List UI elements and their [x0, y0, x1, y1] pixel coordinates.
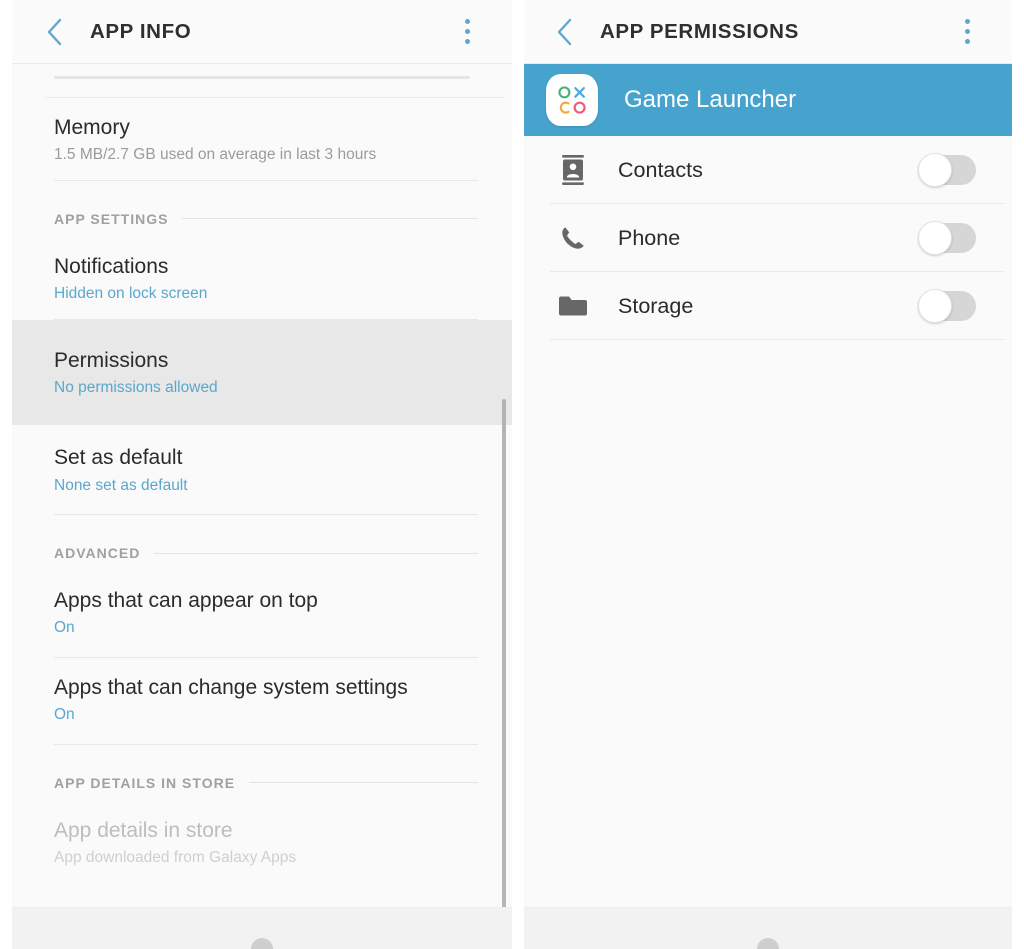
game-launcher-icon: [546, 74, 598, 126]
permission-row-contacts[interactable]: Contacts: [524, 136, 1012, 204]
list-item-subtitle: Hidden on lock screen: [54, 284, 208, 302]
panel-gutter: [512, 0, 524, 949]
app-info-panel: APP INFO Memory 1.5 MB/2.7 GB used on av…: [12, 0, 512, 949]
section-label: APP DETAILS IN STORE: [54, 774, 236, 791]
scrolled-partial-row: [12, 64, 512, 98]
list-item-apps-change-system-settings[interactable]: Apps that can change system settings On: [12, 658, 512, 745]
toggle-knob: [918, 153, 952, 187]
vertical-scrollbar[interactable]: [502, 399, 506, 911]
section-label: ADVANCED: [54, 545, 141, 562]
page-title: APP INFO: [90, 19, 192, 43]
permission-toggle-phone[interactable]: [918, 221, 976, 255]
app-banner: Game Launcher: [524, 64, 1012, 136]
list-item-app-details-in-store: App details in store App downloaded from…: [12, 801, 512, 884]
list-item-subtitle: None set as default: [54, 476, 188, 494]
app-info-actionbar: APP INFO: [12, 0, 512, 64]
permission-row-storage[interactable]: Storage: [524, 272, 1012, 340]
section-header-app-settings: APP SETTINGS: [12, 181, 512, 237]
phone-icon: [550, 224, 596, 252]
folder-icon: [550, 294, 596, 318]
system-navigation-bar: [524, 907, 1012, 949]
list-item-title: Notifications: [54, 254, 169, 278]
section-header-advanced: ADVANCED: [12, 515, 512, 571]
dot: [964, 39, 970, 44]
list-item-title: Apps that can change system settings: [54, 675, 408, 699]
divider: [54, 179, 478, 181]
app-permissions-actionbar: APP PERMISSIONS: [524, 0, 1012, 64]
toggle-knob: [918, 289, 952, 323]
back-icon[interactable]: [42, 15, 68, 49]
app-permissions-panel: APP PERMISSIONS Game Launcher Contacts P…: [524, 0, 1012, 949]
partial-progress-bar: [54, 76, 470, 79]
home-indicator-icon[interactable]: [757, 938, 779, 949]
dot: [464, 29, 470, 34]
permission-row-phone[interactable]: Phone: [524, 204, 1012, 272]
divider: [54, 743, 478, 745]
system-navigation-bar: [12, 907, 512, 949]
list-item-title: Apps that can appear on top: [54, 589, 318, 613]
list-item-title: App details in store: [54, 818, 233, 842]
section-rule: [154, 552, 478, 554]
list-item-apps-appear-on-top[interactable]: Apps that can appear on top On: [12, 571, 512, 658]
section-rule: [249, 782, 478, 784]
section-label: APP SETTINGS: [54, 210, 169, 227]
list-item-subtitle: On: [54, 619, 75, 637]
list-item-notifications[interactable]: Notifications Hidden on lock screen: [12, 237, 512, 320]
back-icon[interactable]: [552, 15, 578, 49]
section-header-app-details-in-store: APP DETAILS IN STORE: [12, 745, 512, 801]
list-item-subtitle: App downloaded from Galaxy Apps: [54, 848, 297, 866]
app-permissions-list: Game Launcher Contacts Phone Storage: [524, 64, 1012, 949]
list-item-permissions[interactable]: Permissions No permissions allowed: [12, 319, 512, 426]
permission-label: Phone: [618, 225, 681, 250]
contacts-icon: [550, 155, 596, 185]
dot: [464, 19, 470, 24]
list-item-title: Permissions: [54, 348, 169, 372]
app-info-list: Memory 1.5 MB/2.7 GB used on average in …: [12, 64, 512, 949]
list-item-subtitle: On: [54, 706, 75, 724]
permission-toggle-storage[interactable]: [918, 289, 976, 323]
more-vertical-icon[interactable]: [950, 10, 984, 54]
permission-label: Storage: [618, 293, 694, 318]
dot: [964, 29, 970, 34]
list-item-title: Memory: [54, 116, 130, 139]
page-title: APP PERMISSIONS: [600, 19, 799, 43]
dot: [464, 39, 470, 44]
toggle-knob: [918, 221, 952, 255]
more-vertical-icon[interactable]: [450, 10, 484, 54]
dot: [964, 19, 970, 24]
list-item-subtitle: No permissions allowed: [54, 378, 218, 396]
list-item-memory[interactable]: Memory 1.5 MB/2.7 GB used on average in …: [12, 98, 512, 181]
list-item-set-as-default[interactable]: Set as default None set as default: [12, 425, 512, 516]
permission-toggle-contacts[interactable]: [918, 153, 976, 187]
app-name: Game Launcher: [624, 86, 797, 113]
list-item-title: Set as default: [54, 446, 183, 470]
list-item-subtitle: 1.5 MB/2.7 GB used on average in last 3 …: [54, 146, 377, 164]
divider: [54, 514, 478, 516]
permission-label: Contacts: [618, 157, 703, 182]
screenshot-root: APP INFO Memory 1.5 MB/2.7 GB used on av…: [0, 0, 1024, 949]
home-indicator-icon[interactable]: [251, 938, 273, 949]
divider: [550, 339, 1004, 340]
section-rule: [182, 218, 478, 220]
